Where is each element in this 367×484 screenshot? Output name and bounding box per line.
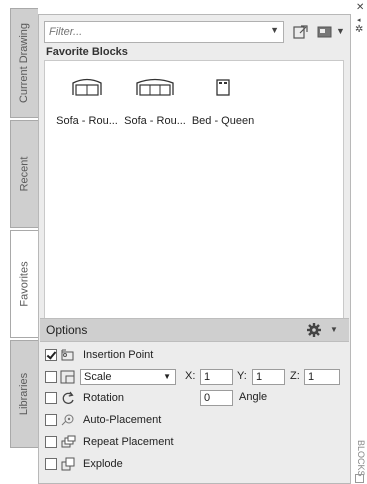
- angle-label: Angle: [239, 391, 268, 403]
- block-label: Sofa - Rou...: [56, 115, 118, 127]
- close-icon[interactable]: ✕: [356, 2, 364, 13]
- scale-x-label: X:: [185, 370, 196, 382]
- options-header[interactable]: Options ▼: [40, 318, 349, 342]
- block-label: Sofa - Rou...: [124, 115, 186, 127]
- scale-y-input[interactable]: 1: [252, 369, 285, 385]
- palette-icon: [355, 474, 364, 483]
- explode-icon: [61, 457, 75, 471]
- auto-placement-icon: [61, 414, 74, 426]
- option-explode: Explode: [45, 455, 123, 473]
- scale-select-value: Scale: [84, 371, 112, 383]
- scale-checkbox[interactable]: [45, 371, 57, 383]
- option-repeat-placement: Repeat Placement: [45, 433, 174, 451]
- option-label: Rotation: [83, 392, 124, 404]
- sofa-icon: [136, 78, 174, 96]
- scale-z-label: Z:: [290, 370, 300, 382]
- block-item[interactable]: Sofa - Rou...: [51, 77, 123, 127]
- insertion-point-icon: [61, 349, 74, 361]
- option-label: Insertion Point: [83, 349, 154, 361]
- rotation-checkbox[interactable]: [45, 392, 57, 404]
- tab-label: Recent: [18, 156, 31, 192]
- tab-label: Libraries: [18, 372, 31, 416]
- option-insertion-point: Insertion Point: [45, 346, 153, 364]
- insert-block-icon[interactable]: [292, 23, 310, 41]
- chevron-down-icon[interactable]: ▼: [336, 26, 345, 36]
- auto-placement-checkbox[interactable]: [45, 414, 57, 426]
- repeat-placement-icon: [61, 435, 76, 448]
- block-item[interactable]: Sofa - Rou...: [119, 77, 191, 127]
- section-title: Favorite Blocks: [46, 46, 128, 58]
- tab-recent[interactable]: Recent: [10, 120, 38, 228]
- scale-select[interactable]: Scale ▼: [80, 369, 176, 385]
- blocks-panel: ▼ ▼ Favorite Blocks Sofa - Rou...: [38, 14, 351, 484]
- bed-icon: [216, 79, 230, 96]
- scale-z-input[interactable]: 1: [304, 369, 340, 385]
- scale-x-input[interactable]: 1: [200, 369, 233, 385]
- tab-label: Current Drawing: [18, 22, 31, 104]
- auto-hide-icon[interactable]: ◂: [357, 16, 361, 24]
- tab-current-drawing[interactable]: Current Drawing: [10, 8, 38, 118]
- option-scale: [45, 368, 76, 386]
- option-label: Explode: [83, 458, 123, 470]
- gear-icon[interactable]: [306, 322, 322, 338]
- tab-favorites[interactable]: Favorites: [10, 230, 39, 338]
- rotation-angle-input[interactable]: 0: [200, 390, 233, 406]
- option-auto-placement: Auto-Placement: [45, 411, 161, 429]
- option-label: Repeat Placement: [83, 436, 174, 448]
- toolbar: ▼ ▼: [44, 21, 345, 45]
- option-rotation: Rotation: [45, 389, 124, 407]
- block-item[interactable]: Bed - Queen: [187, 77, 259, 127]
- palette-title-strip: ✕ ◂ ✲ BLOCKS: [352, 0, 367, 484]
- chevron-down-icon[interactable]: ▼: [163, 372, 171, 381]
- filter-input[interactable]: [45, 22, 263, 42]
- rotation-icon: [62, 391, 74, 404]
- properties-icon[interactable]: ✲: [355, 24, 363, 35]
- block-label: Bed - Queen: [191, 115, 255, 127]
- tab-label: Favorites: [19, 261, 31, 307]
- chevron-down-icon[interactable]: ▼: [270, 25, 279, 35]
- thumbnail-view-icon[interactable]: [316, 23, 334, 41]
- scale-y-label: Y:: [237, 370, 247, 382]
- blocks-gallery: Sofa - Rou... Sofa - Rou... Bed - Queen: [44, 60, 344, 332]
- sofa-icon: [72, 78, 102, 96]
- filter-field[interactable]: ▼: [44, 21, 284, 43]
- repeat-placement-checkbox[interactable]: [45, 436, 57, 448]
- options-title: Options: [46, 323, 88, 337]
- palette-title: BLOCKS: [356, 440, 366, 477]
- explode-checkbox[interactable]: [45, 458, 57, 470]
- scale-icon: [60, 370, 75, 384]
- option-label: Auto-Placement: [83, 414, 162, 426]
- chevron-down-icon[interactable]: ▼: [330, 325, 338, 334]
- tab-libraries[interactable]: Libraries: [10, 340, 38, 448]
- insertion-point-checkbox[interactable]: [45, 349, 57, 361]
- side-tabs: Current Drawing Recent Favorites Librari…: [0, 0, 39, 484]
